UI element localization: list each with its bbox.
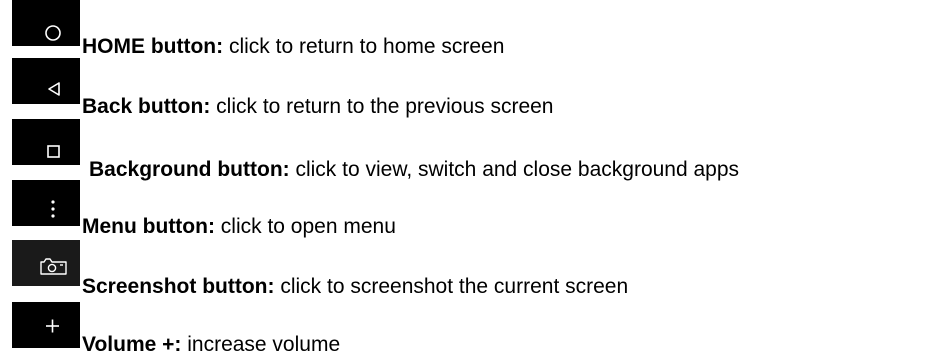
screenshot-button-description: Screenshot button: click to screenshot t… [82,274,628,300]
volume-up-button-icon-box [12,302,80,348]
legend-row-background: Background button: click to view, switch… [0,119,933,181]
legend-row-screenshot: Screenshot button: click to screenshot t… [0,240,933,298]
square-icon [47,145,60,158]
background-button-icon-box [12,119,80,165]
back-button-title: Back button: [82,95,211,118]
background-button-text: click to view, switch and close backgrou… [289,158,740,181]
back-button-icon-box [12,58,80,104]
back-button-description: Back button: click to return to the prev… [82,94,554,120]
menu-button-description: Menu button: click to open menu [82,214,396,240]
back-button-text: click to return to the previous screen [210,95,554,118]
volume-up-button-title: Volume +: [82,333,182,356]
camera-icon [40,258,67,275]
legend-row-volume-up: Volume +: increase volume [0,302,933,358]
triangle-back-icon [48,82,60,96]
circle-icon [45,25,61,41]
screenshot-button-title: Screenshot button: [82,275,275,298]
legend-row-menu: Menu button: click to open menu [0,180,933,238]
screenshot-button-text: click to screenshot the current screen [274,275,629,298]
volume-up-button-text: increase volume [181,333,341,356]
legend-row-home: HOME button: click to return to home scr… [0,0,933,58]
home-button-description: HOME button: click to return to home scr… [82,34,504,60]
home-button-title: HOME button: [82,35,224,58]
menu-button-icon-box [12,180,80,226]
screenshot-button-icon-box [12,240,80,286]
menu-button-text: click to open menu [214,215,396,238]
legend-row-back: Back button: click to return to the prev… [0,58,933,118]
menu-button-title: Menu button: [82,215,215,238]
plus-icon [46,319,59,333]
home-button-icon-box [12,0,80,46]
home-button-text: click to return to home screen [223,35,505,58]
vertical-dots-icon [51,200,55,218]
background-button-title: Background button: [89,158,290,181]
volume-up-button-description: Volume +: increase volume [82,332,340,358]
